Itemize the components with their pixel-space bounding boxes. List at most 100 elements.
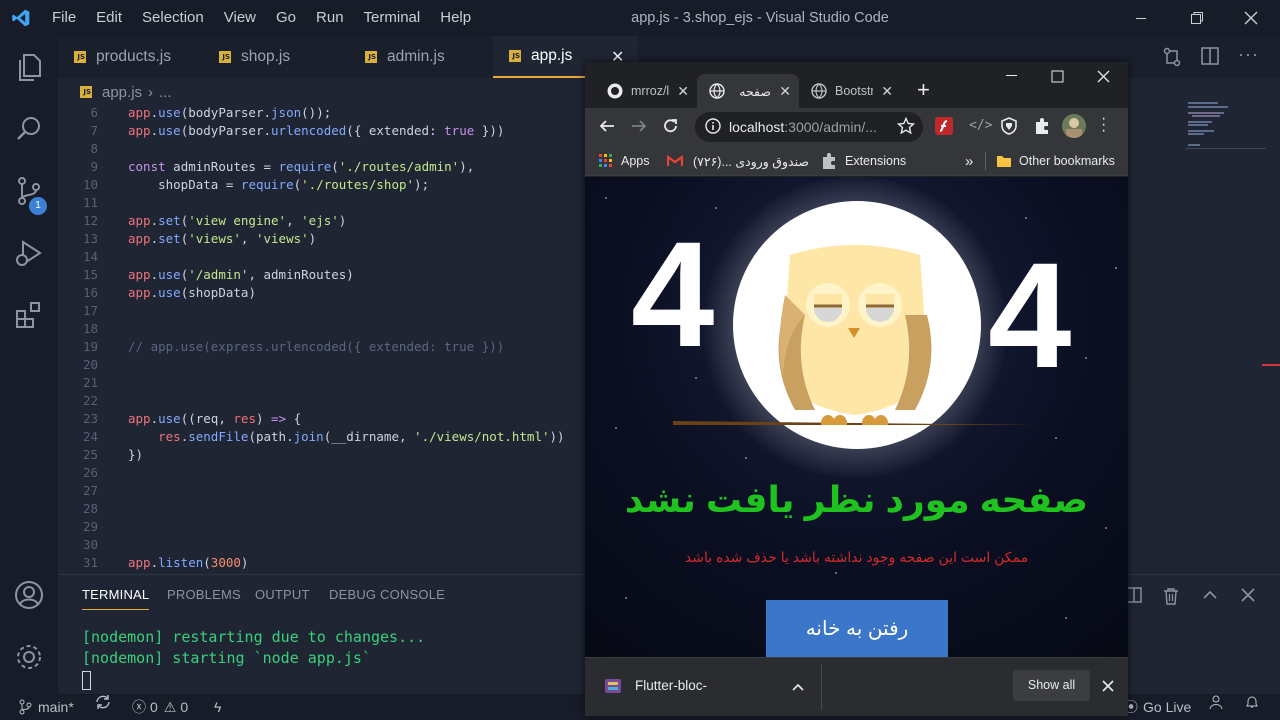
code-line[interactable]: 15 app.use('/admin', adminRoutes) [58, 266, 586, 284]
menu-help[interactable]: Help [430, 0, 481, 36]
problems-indicator[interactable]: ⓧ 0 ⚠ 0 [132, 694, 188, 720]
code-line[interactable]: 7 app.use(bodyParser.urlencoded({ extende… [58, 122, 586, 140]
go-live-button[interactable]: ⦿ Go Live [1124, 694, 1191, 720]
bookmark-star-icon[interactable] [896, 116, 916, 138]
breadcrumb-file[interactable]: app.js [102, 84, 142, 101]
extensions-icon[interactable] [0, 284, 58, 346]
new-tab-icon[interactable]: + [917, 79, 930, 101]
code-line[interactable]: 31 app.listen(3000) [58, 554, 586, 572]
code-line[interactable]: 11 [58, 194, 586, 212]
flash-extension-icon[interactable] [935, 117, 953, 140]
code-line[interactable]: 20 [58, 356, 586, 374]
close-window-button[interactable] [1228, 0, 1274, 36]
code-line[interactable]: 9 const adminRoutes = require('./routes/a… [58, 158, 586, 176]
settings-gear-icon[interactable] [0, 626, 58, 688]
close-downloads-icon[interactable] [1102, 679, 1114, 697]
bookmark-extensions[interactable]: Extensions [821, 146, 906, 176]
run-debug-icon[interactable] [0, 222, 58, 284]
reload-icon[interactable] [663, 118, 679, 139]
breadcrumb-rest[interactable]: ... [159, 84, 172, 101]
chrome-maximize-button[interactable] [1051, 70, 1065, 89]
info-icon[interactable] [705, 117, 721, 137]
tab-products-js[interactable]: JS products.js [58, 36, 203, 78]
code-line[interactable]: 21 [58, 374, 586, 392]
split-editor-icon[interactable] [1201, 47, 1219, 70]
lightning-icon[interactable]: ϟ [214, 694, 221, 720]
explorer-icon[interactable] [0, 36, 58, 98]
code-line[interactable]: 8 [58, 140, 586, 158]
back-arrow-icon[interactable] [599, 118, 615, 139]
close-tab-icon[interactable]: ✕ [881, 83, 893, 100]
tab-output[interactable]: OUTPUT [255, 587, 310, 602]
code-line[interactable]: 10 shopData = require('./routes/shop'); [58, 176, 586, 194]
code-editor[interactable]: 6 app.use(bodyParser.json()); 7 app.use(bod… [58, 104, 586, 574]
chrome-minimize-button[interactable] [1005, 68, 1019, 87]
tab-terminal[interactable]: TERMINAL [82, 587, 150, 610]
address-bar[interactable]: localhost:3000/admin/... [695, 112, 923, 142]
code-line[interactable]: 23 app.use((req, res) => { [58, 410, 586, 428]
code-line[interactable]: 22 [58, 392, 586, 410]
code-line[interactable]: 27 [58, 482, 586, 500]
branch-indicator[interactable]: main* [18, 694, 74, 720]
show-all-button[interactable]: Show all [1013, 670, 1090, 701]
minimap[interactable] [1186, 100, 1266, 160]
tab-shop-js[interactable]: JS shop.js [203, 36, 349, 78]
extensions-puzzle-icon[interactable] [1033, 117, 1051, 140]
open-changes-icon[interactable] [1162, 47, 1182, 72]
code-line[interactable]: 6 app.use(bodyParser.json()); [58, 104, 586, 122]
close-tab-icon[interactable]: ✕ [677, 83, 689, 100]
code-line[interactable]: 30 [58, 536, 586, 554]
code-extension-icon[interactable]: </> [969, 118, 992, 133]
menu-file[interactable]: File [42, 0, 86, 36]
chrome-tab-404[interactable]: صفحه ✕ [697, 74, 799, 108]
chrome-menu-icon[interactable]: · · · [1101, 111, 1107, 139]
profile-avatar[interactable] [1062, 114, 1086, 138]
code-line[interactable]: 17 [58, 302, 586, 320]
code-line[interactable]: 26 [58, 464, 586, 482]
menu-view[interactable]: View [214, 0, 266, 36]
chrome-close-button[interactable] [1097, 70, 1111, 89]
chrome-tab-github[interactable]: mrroz/l ✕ [595, 74, 697, 108]
code-line[interactable]: 25}) [58, 446, 586, 464]
code-line[interactable]: 29 [58, 518, 586, 536]
feedback-icon[interactable] [1208, 694, 1224, 710]
account-icon[interactable] [0, 564, 58, 626]
tab-problems[interactable]: PROBLEMS [167, 587, 241, 602]
code-line[interactable]: 18 [58, 320, 586, 338]
forward-arrow-icon[interactable] [631, 118, 647, 139]
code-line[interactable]: 13 app.set('views', 'views') [58, 230, 586, 248]
code-line[interactable]: 24 res.sendFile(path.join(__dirname, './… [58, 428, 586, 446]
bookmark-apps[interactable]: Apps [599, 146, 650, 176]
menu-edit[interactable]: Edit [86, 0, 132, 36]
split-terminal-icon[interactable] [1126, 587, 1142, 608]
menu-terminal[interactable]: Terminal [354, 0, 431, 36]
restore-button[interactable] [1174, 0, 1220, 36]
shield-extension-icon[interactable] [1001, 117, 1017, 140]
menu-run[interactable]: Run [306, 0, 354, 36]
bookmark-other[interactable]: Other bookmarks [997, 146, 1115, 176]
notifications-bell-icon[interactable] [1244, 694, 1260, 710]
chrome-tab-bootstrap[interactable]: Bootstr ✕ [799, 74, 901, 108]
code-line[interactable]: 16 app.use(shopData) [58, 284, 586, 302]
tab-admin-js[interactable]: JS admin.js [349, 36, 493, 78]
search-icon[interactable] [0, 98, 58, 160]
bookmark-gmail[interactable]: (۷۲۶)... صندوق ورودی [667, 146, 809, 176]
close-panel-icon[interactable] [1241, 588, 1255, 607]
go-home-button[interactable]: رفتن به خانه [766, 600, 948, 657]
trash-icon[interactable] [1163, 587, 1179, 610]
bookmarks-overflow-icon[interactable]: » [965, 146, 973, 176]
tab-debug-console[interactable]: DEBUG CONSOLE [329, 587, 445, 602]
chevron-up-icon[interactable] [792, 679, 804, 697]
code-line[interactable]: 14 [58, 248, 586, 266]
maximize-panel-icon[interactable] [1202, 588, 1218, 607]
more-actions-icon[interactable]: ··· [1238, 44, 1259, 65]
source-control-icon[interactable]: 1 [0, 160, 58, 222]
download-file-name[interactable]: Flutter-bloc- [635, 678, 707, 693]
code-line[interactable]: 12 app.set('view engine', 'ejs') [58, 212, 586, 230]
close-tab-icon[interactable]: ✕ [779, 83, 791, 100]
code-line[interactable]: 19 // app.use(express.urlencoded({ extend… [58, 338, 586, 356]
menu-go[interactable]: Go [266, 0, 306, 36]
menu-selection[interactable]: Selection [132, 0, 214, 36]
minimize-button[interactable] [1118, 0, 1164, 36]
sync-icon[interactable] [94, 694, 112, 710]
